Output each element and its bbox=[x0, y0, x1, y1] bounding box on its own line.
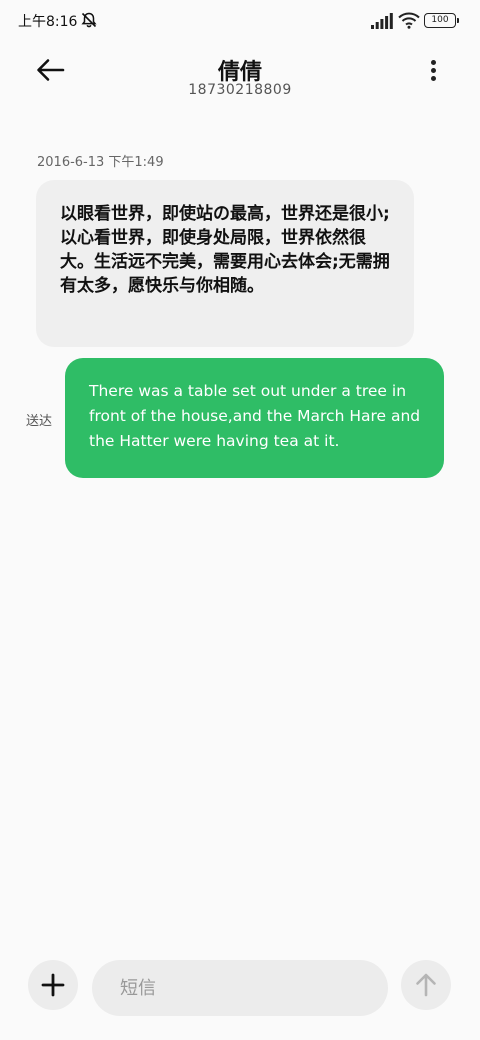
contact-number: 18730218809 bbox=[188, 82, 292, 98]
more-vertical-icon[interactable] bbox=[420, 54, 448, 86]
status-bar: 上午8:16 100 bbox=[0, 0, 480, 40]
incoming-message-text: 以眼看世界，即使站の最高，世界还是很小;以心看世界，即使身处局限，世界依然很大。… bbox=[60, 204, 390, 296]
outgoing-message-bubble[interactable]: There was a table set out under a tree i… bbox=[65, 358, 444, 478]
status-time: 上午8:16 bbox=[18, 14, 78, 30]
incoming-message-bubble[interactable]: 以眼看世界，即使站の最高，世界还是很小;以心看世界，即使身处局限，世界依然很大。… bbox=[36, 180, 414, 347]
message-input[interactable] bbox=[92, 960, 388, 1016]
message-composer bbox=[0, 955, 480, 1025]
delivery-status: 送达 bbox=[26, 414, 53, 429]
send-arrow-icon bbox=[416, 973, 436, 997]
mute-icon bbox=[81, 12, 97, 28]
add-attachment-button[interactable] bbox=[28, 960, 78, 1010]
battery-level: 100 bbox=[431, 15, 449, 25]
wifi-icon bbox=[398, 12, 420, 29]
plus-icon bbox=[41, 973, 65, 997]
message-timestamp: 2016-6-13 下午1:49 bbox=[37, 155, 164, 170]
conversation-header: 倩倩 18730218809 bbox=[0, 46, 480, 106]
outgoing-message-text: There was a table set out under a tree i… bbox=[89, 382, 421, 450]
send-button[interactable] bbox=[401, 960, 451, 1010]
battery-icon: 100 bbox=[424, 13, 459, 28]
signal-icon bbox=[371, 13, 393, 29]
